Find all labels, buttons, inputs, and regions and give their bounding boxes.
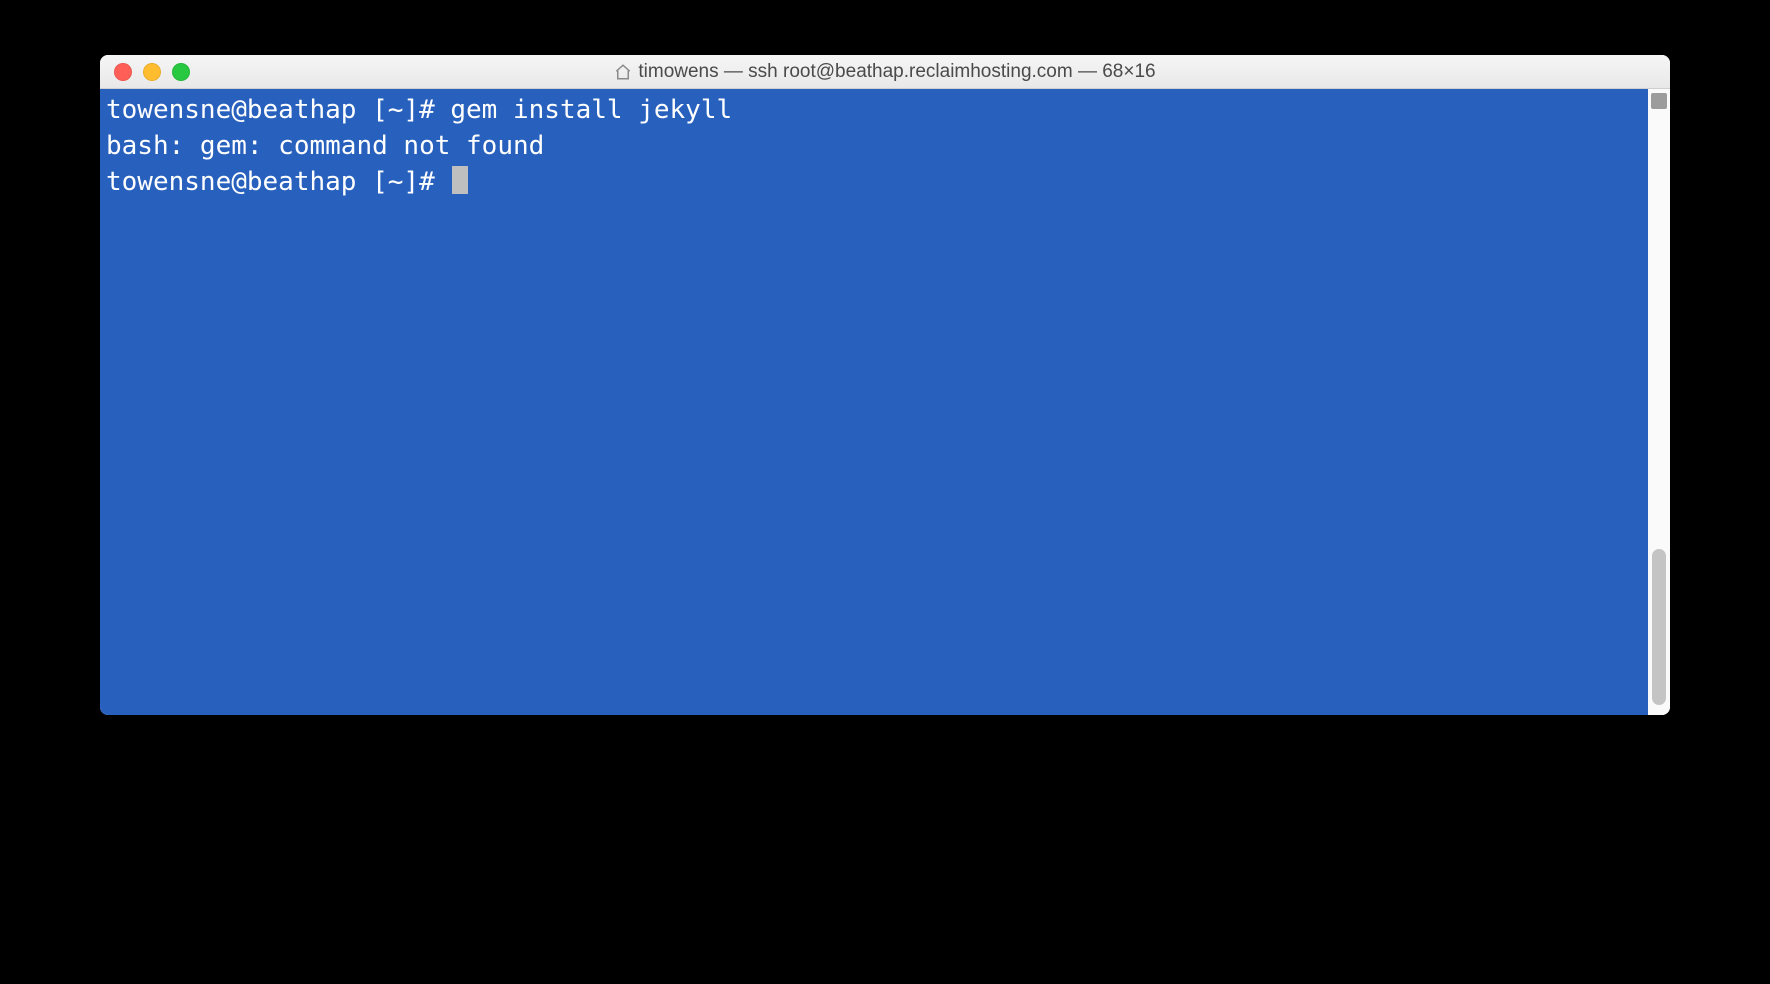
prompt: towensne@beathap [~]# <box>106 167 450 197</box>
close-button[interactable] <box>114 63 132 81</box>
prompt: towensne@beathap [~]# <box>106 95 450 125</box>
output-text: bash: gem: command not found <box>106 131 544 161</box>
terminal-line: towensne@beathap [~]# <box>106 165 1642 201</box>
scrollbar-thumb[interactable] <box>1652 549 1666 705</box>
window-body: towensne@beathap [~]# gem install jekyll… <box>100 89 1670 715</box>
cursor-icon <box>452 166 468 193</box>
terminal-line: bash: gem: command not found <box>106 129 1642 165</box>
titlebar[interactable]: timowens — ssh root@beathap.reclaimhosti… <box>100 55 1670 89</box>
scrollbar-track[interactable] <box>1648 89 1670 715</box>
window-title: timowens — ssh root@beathap.reclaimhosti… <box>638 61 1155 83</box>
terminal-view[interactable]: towensne@beathap [~]# gem install jekyll… <box>100 89 1648 715</box>
command-text: gem install jekyll <box>450 95 732 125</box>
scroll-marker-icon <box>1651 93 1667 109</box>
terminal-window: timowens — ssh root@beathap.reclaimhosti… <box>100 55 1670 715</box>
minimize-button[interactable] <box>143 63 161 81</box>
window-controls <box>114 63 190 81</box>
title-center: timowens — ssh root@beathap.reclaimhosti… <box>100 61 1670 83</box>
zoom-button[interactable] <box>172 63 190 81</box>
home-icon <box>614 63 632 81</box>
terminal-line: towensne@beathap [~]# gem install jekyll <box>106 93 1642 129</box>
